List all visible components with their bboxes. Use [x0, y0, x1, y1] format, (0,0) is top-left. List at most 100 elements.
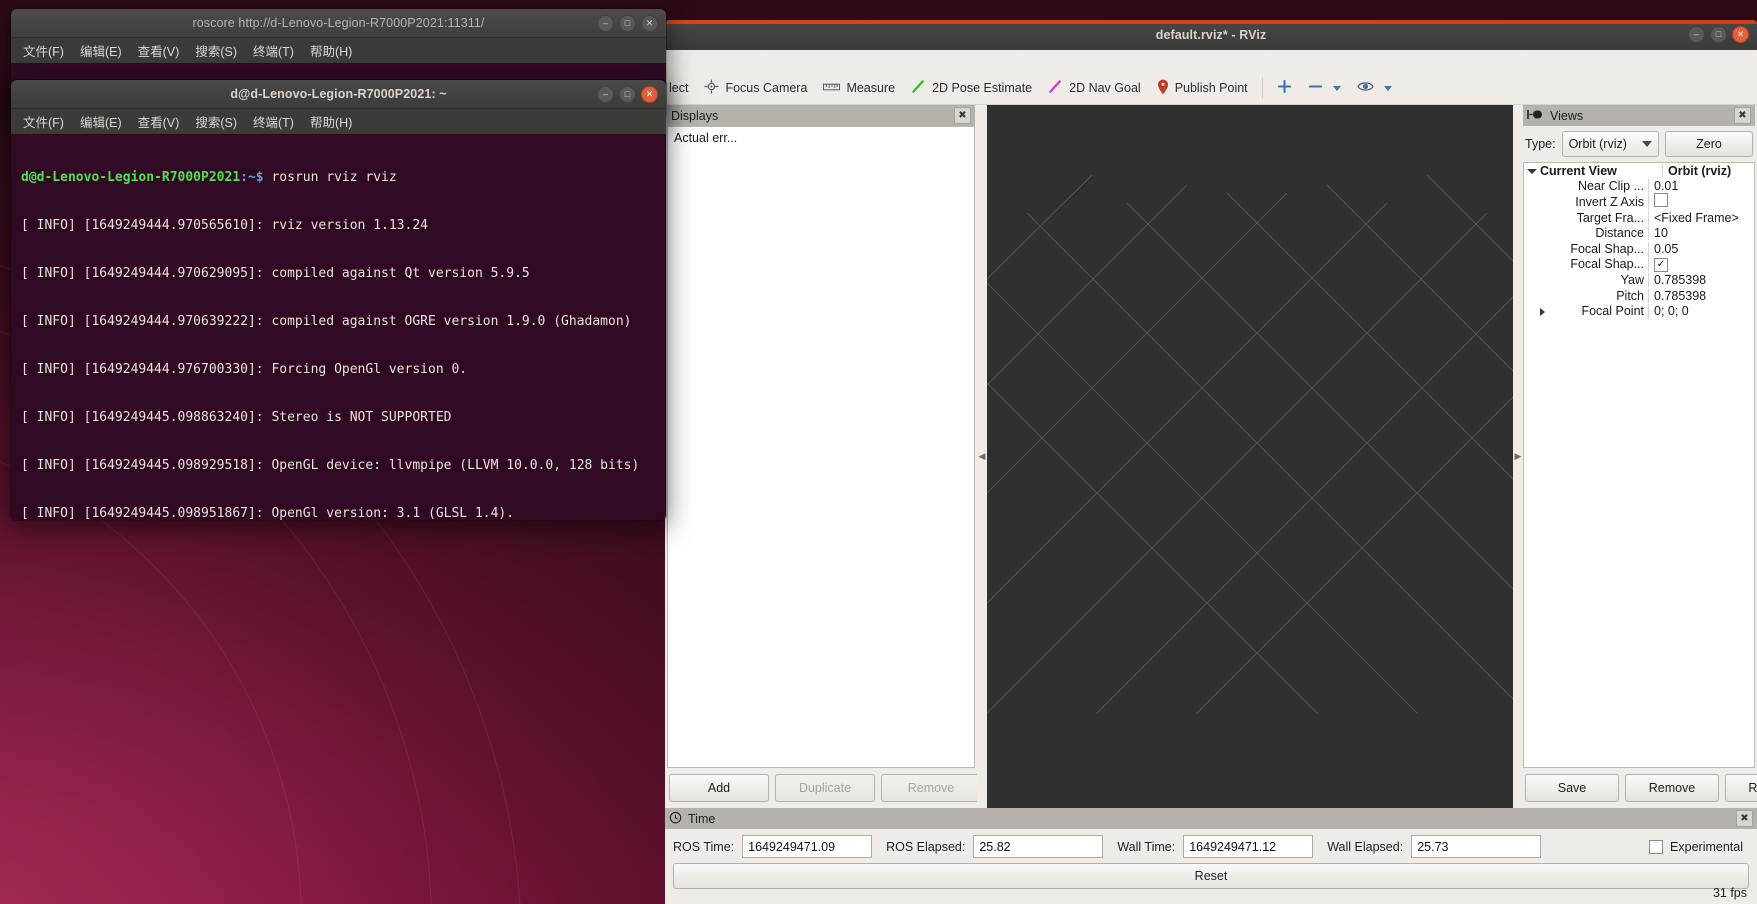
tree-value-yaw[interactable]: 0.785398 [1648, 272, 1754, 287]
tree-row-pitch[interactable]: Pitch 0.785398 [1524, 288, 1754, 304]
tool-publish-point[interactable]: Publish Point [1149, 76, 1256, 101]
rviz-terminal-titlebar[interactable]: d@d-Lenovo-Legion-R7000P2021: ~ – □ ✕ [11, 80, 666, 109]
rviz-terminal-output[interactable]: d@d-Lenovo-Legion-R7000P2021:~$ rosrun r… [11, 134, 666, 520]
wall-time-input[interactable]: 1649249471.12 [1183, 835, 1314, 858]
roscore-menu-help[interactable]: 帮助(H) [310, 41, 352, 60]
tool-select[interactable]: lect [669, 78, 696, 98]
log-line: [ INFO] [1649249444.976700330]: Forcing … [21, 362, 468, 377]
chevron-down-icon-visibility[interactable] [1383, 85, 1392, 91]
3d-viewport[interactable] [987, 105, 1513, 808]
rviz-minimize-button[interactable]: – [1688, 25, 1705, 43]
rviz-terminal-menu-terminal[interactable]: 终端(T) [253, 112, 294, 131]
focal-shape-fixed-checkbox[interactable]: ✓ [1654, 258, 1668, 273]
eye-icon [1356, 80, 1374, 96]
rviz-terminal-menu-help[interactable]: 帮助(H) [310, 112, 352, 131]
tree-row-target-frame[interactable]: Target Fra... <Fixed Frame> [1524, 210, 1754, 226]
left-splitter-handle[interactable]: ◀ [977, 105, 987, 808]
wall-elapsed-input[interactable]: 25.73 [1411, 835, 1542, 858]
tool-add-panel[interactable] [1269, 76, 1300, 100]
rviz-terminal-minimize-button[interactable]: – [597, 85, 614, 103]
rviz-terminal-window[interactable]: d@d-Lenovo-Legion-R7000P2021: ~ – □ ✕ 文件… [10, 79, 667, 521]
tree-value-invert-z-axis[interactable] [1648, 193, 1754, 211]
experimental-toggle[interactable]: Experimental [1649, 839, 1749, 854]
tool-remove-panel[interactable] [1300, 76, 1349, 100]
views-button-row[interactable]: Save Remove Rename [1523, 768, 1757, 808]
views-remove-button[interactable]: Remove [1625, 774, 1719, 802]
rviz-close-button[interactable]: ✕ [1732, 25, 1749, 43]
roscore-menu-terminal[interactable]: 终端(T) [253, 41, 294, 60]
tree-row-invert-z-axis[interactable]: Invert Z Axis [1524, 193, 1754, 211]
roscore-menu-view[interactable]: 查看(V) [138, 41, 180, 60]
tool-focus-camera[interactable]: Focus Camera [696, 76, 815, 100]
views-property-tree[interactable]: Current View Orbit (rviz) Near Clip ... … [1523, 162, 1755, 768]
roscore-menu-edit[interactable]: 编辑(E) [80, 41, 122, 60]
tree-value-focal-shape-size[interactable]: 0.05 [1648, 241, 1754, 256]
ros-elapsed-input[interactable]: 25.82 [973, 835, 1104, 858]
rviz-menubar[interactable] [665, 50, 1757, 72]
tool-2d-nav-goal[interactable]: 2D Nav Goal [1040, 76, 1149, 100]
rviz-terminal-maximize-button[interactable]: □ [619, 85, 636, 103]
rviz-titlebar[interactable]: default.rviz* - RViz – □ ✕ [665, 20, 1757, 50]
tree-row-focal-shape-fixed[interactable]: Focal Shap... ✓ [1524, 256, 1754, 273]
displays-panel-title: Displays [671, 108, 719, 123]
rviz-terminal-menu-view[interactable]: 查看(V) [138, 112, 180, 131]
tree-value-near-clip[interactable]: 0.01 [1648, 179, 1754, 194]
rviz-toolbar[interactable]: lect Focus Camera Measure 2D Pose Estima… [665, 72, 1757, 105]
views-rename-button[interactable]: Rename [1725, 774, 1757, 802]
expander-open-icon[interactable] [1527, 168, 1537, 178]
views-panel-close-icon[interactable]: ✖ [1734, 107, 1751, 124]
rviz-terminal-menubar[interactable]: 文件(F) 编辑(E) 查看(V) 搜索(S) 终端(T) 帮助(H) [11, 109, 666, 134]
rviz-terminal-window-buttons[interactable]: – □ ✕ [597, 80, 658, 108]
tree-row-current-view[interactable]: Current View Orbit (rviz) [1524, 163, 1754, 179]
roscore-maximize-button[interactable]: □ [619, 14, 636, 32]
ros-time-input[interactable]: 1649249471.09 [742, 835, 873, 858]
roscore-menu-file[interactable]: 文件(F) [23, 41, 64, 60]
displays-panel-close-icon[interactable]: ✖ [954, 107, 971, 124]
rviz-window[interactable]: default.rviz* - RViz – □ ✕ lect Focus Ca… [665, 20, 1757, 904]
displays-tree[interactable]: Actual err... [667, 126, 975, 768]
rviz-terminal-menu-file[interactable]: 文件(F) [23, 112, 64, 131]
views-save-button[interactable]: Save [1525, 774, 1619, 802]
tool-2d-pose-estimate[interactable]: 2D Pose Estimate [903, 76, 1040, 100]
displays-add-button[interactable]: Add [669, 774, 769, 802]
time-panel-close-icon[interactable]: ✖ [1736, 810, 1753, 827]
rviz-terminal-menu-edit[interactable]: 编辑(E) [80, 112, 122, 131]
plus-icon [1277, 79, 1292, 97]
tree-row-near-clip[interactable]: Near Clip ... 0.01 [1524, 179, 1754, 195]
rviz-terminal-close-button[interactable]: ✕ [641, 85, 658, 103]
rviz-window-buttons[interactable]: – □ ✕ [1688, 20, 1749, 48]
displays-duplicate-button[interactable]: Duplicate [775, 774, 875, 802]
roscore-close-button[interactable]: ✕ [641, 14, 658, 32]
views-type-combobox[interactable]: Orbit (rviz) [1561, 131, 1659, 157]
tree-row-yaw[interactable]: Yaw 0.785398 [1524, 272, 1754, 288]
tree-value-distance[interactable]: 10 [1648, 226, 1754, 241]
experimental-checkbox[interactable] [1649, 839, 1664, 854]
views-zero-button[interactable]: Zero [1665, 131, 1753, 157]
tree-value-target-frame[interactable]: <Fixed Frame> [1648, 210, 1754, 225]
publish-point-label: Publish Point [1174, 81, 1248, 95]
roscore-titlebar[interactable]: roscore http://d-Lenovo-Legion-R7000P202… [11, 9, 666, 38]
time-panel: Time ✖ ROS Time: 1649249471.09 ROS Elaps… [665, 808, 1757, 904]
reset-button[interactable]: Reset [673, 863, 1749, 889]
roscore-menu-search[interactable]: 搜索(S) [195, 41, 237, 60]
displays-button-row[interactable]: Add Duplicate Remove Rename [667, 768, 1087, 808]
tree-value-focal-shape-fixed[interactable]: ✓ [1648, 256, 1754, 273]
tree-row-distance[interactable]: Distance 10 [1524, 225, 1754, 241]
right-splitter-handle[interactable]: ▶ [1513, 105, 1523, 808]
chevron-down-icon-remove[interactable] [1332, 85, 1341, 91]
rviz-maximize-button[interactable]: □ [1710, 25, 1727, 43]
roscore-minimize-button[interactable]: – [597, 14, 614, 32]
expander-closed-icon[interactable] [1540, 308, 1545, 317]
tree-value-pitch[interactable]: 0.785398 [1648, 288, 1754, 303]
tree-value-focal-point[interactable]: 0; 0; 0 [1648, 304, 1754, 319]
tree-row-focal-point[interactable]: Focal Point 0; 0; 0 [1524, 303, 1754, 319]
roscore-window-buttons[interactable]: – □ ✕ [597, 9, 658, 37]
tool-measure[interactable]: Measure [815, 78, 903, 99]
rviz-terminal-menu-search[interactable]: 搜索(S) [195, 112, 237, 131]
roscore-menubar[interactable]: 文件(F) 编辑(E) 查看(V) 搜索(S) 终端(T) 帮助(H) [11, 38, 666, 63]
invert-z-axis-checkbox[interactable] [1654, 193, 1668, 208]
tree-row-focal-shape-size[interactable]: Focal Shap... 0.05 [1524, 241, 1754, 257]
tool-visibility[interactable] [1349, 77, 1400, 99]
rviz-terminal-prompt-user: d@d-Lenovo-Legion-R7000P2021 [21, 170, 241, 185]
displays-remove-button[interactable]: Remove [881, 774, 981, 802]
